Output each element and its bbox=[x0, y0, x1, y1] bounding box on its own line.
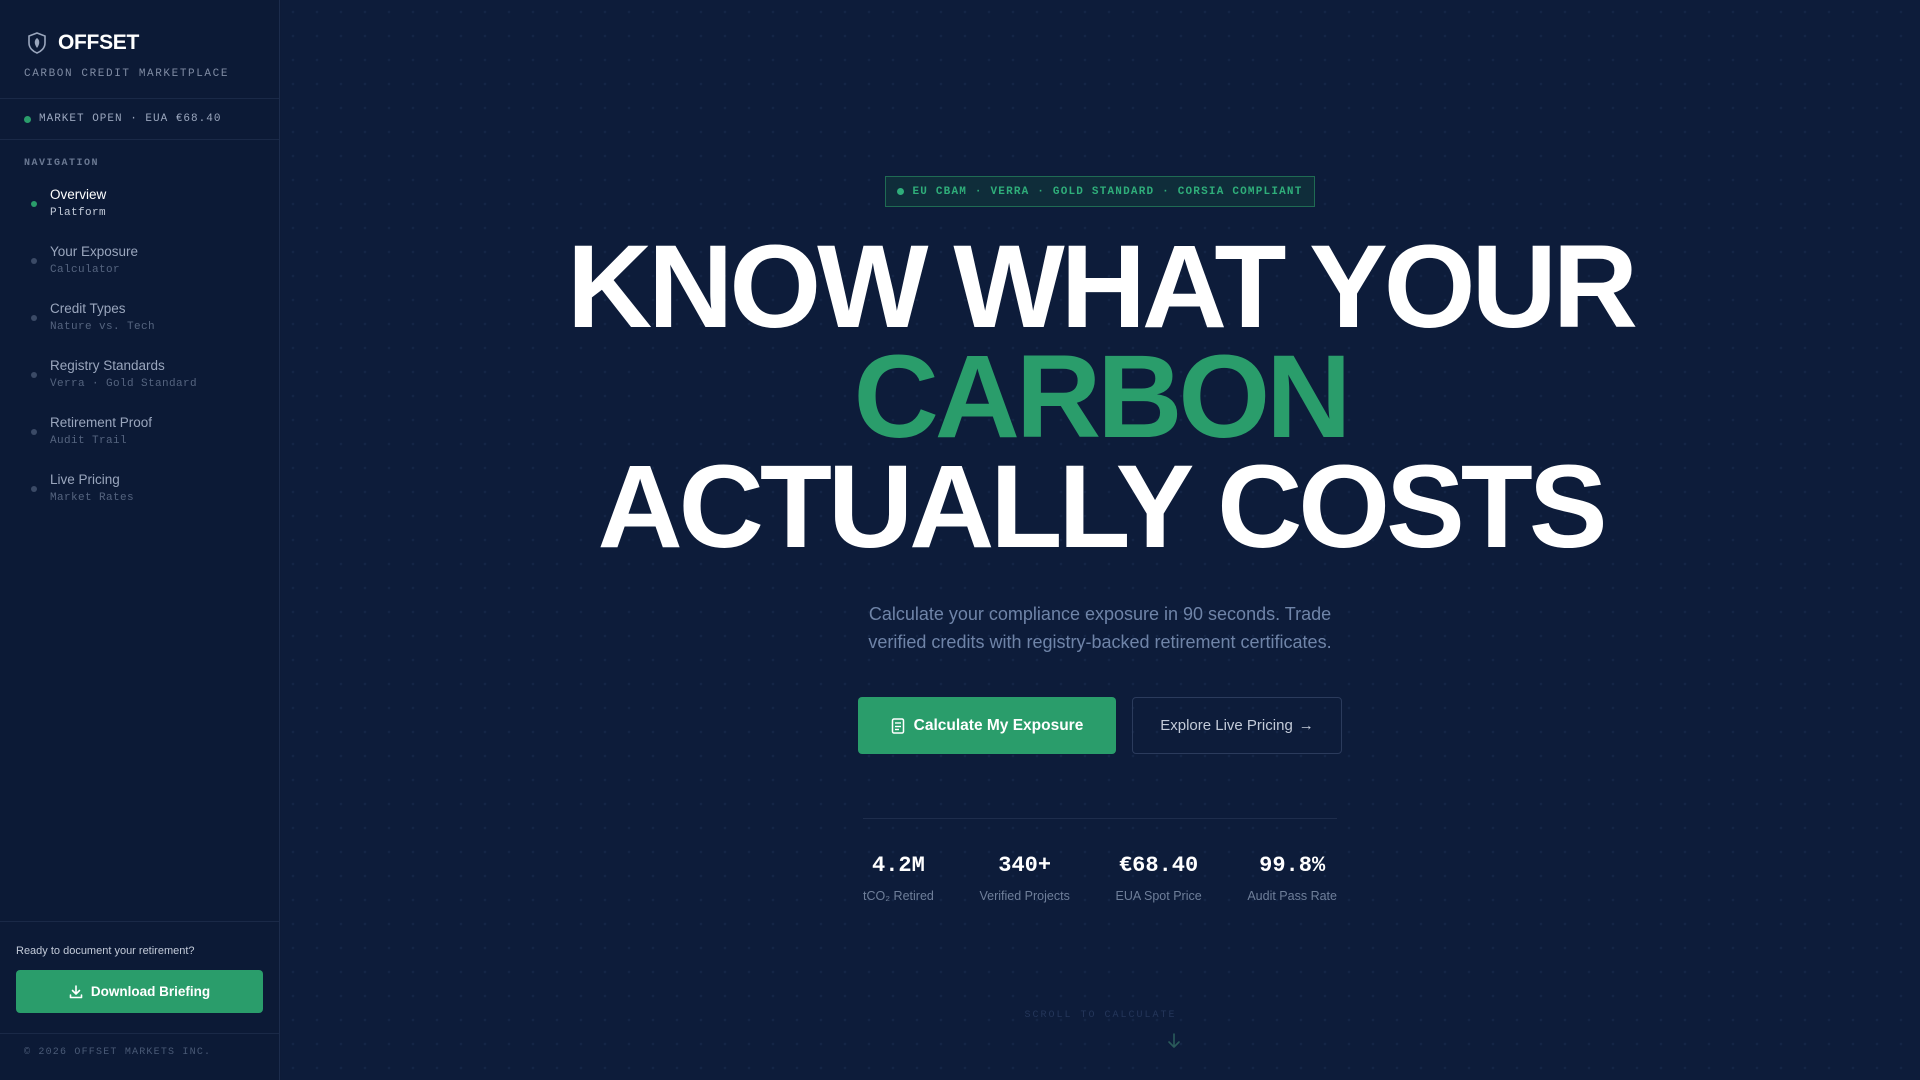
brand-tagline: CARBON CREDIT MARKETPLACE bbox=[24, 68, 230, 80]
stats-divider bbox=[863, 818, 1337, 819]
explore-pricing-button[interactable]: Explore Live Pricing → bbox=[1132, 697, 1342, 754]
compliance-badge-text: EU CBAM · VERRA · GOLD STANDARD · CORSIA… bbox=[912, 185, 1303, 198]
stat-verified-projects: 340+ Verified Projects bbox=[980, 853, 1070, 903]
status-dot-icon bbox=[24, 115, 31, 123]
nav-item-subtitle: Nature vs. Tech bbox=[50, 321, 156, 333]
stat-label: Audit Pass Rate bbox=[1247, 889, 1337, 903]
compliance-badge: EU CBAM · VERRA · GOLD STANDARD · CORSIA… bbox=[885, 176, 1315, 207]
stat-label: tCO₂ Retired bbox=[863, 889, 934, 903]
market-status-text: MARKET OPEN · EUA €68.40 bbox=[39, 113, 222, 125]
sidebar-footer: Ready to document your retirement? Downl… bbox=[0, 921, 279, 1080]
stat-value: 4.2M bbox=[872, 853, 925, 878]
sidebar: OFFSET CARBON CREDIT MARKETPLACE MARKET … bbox=[0, 0, 280, 1080]
nav-dot-icon bbox=[31, 258, 37, 264]
stat-label: EUA Spot Price bbox=[1115, 889, 1202, 903]
stat-eua-spot-price: €68.40 EUA Spot Price bbox=[1116, 853, 1202, 903]
badge-dot-icon bbox=[897, 188, 905, 195]
nav-item-your-exposure[interactable]: Your Exposure Calculator bbox=[0, 244, 279, 301]
nav-item-subtitle: Market Rates bbox=[50, 492, 135, 504]
nav-dot-icon bbox=[31, 372, 37, 378]
stat-audit-pass-rate: 99.8% Audit Pass Rate bbox=[1247, 853, 1337, 903]
nav-item-title: Retirement Proof bbox=[50, 415, 153, 430]
nav-item-subtitle: Audit Trail bbox=[50, 435, 128, 447]
brand-logo[interactable]: OFFSET bbox=[24, 30, 279, 56]
stat-label: Verified Projects bbox=[979, 889, 1070, 903]
stat-value: €68.40 bbox=[1118, 853, 1199, 878]
stat-value: 340+ bbox=[998, 853, 1052, 878]
download-icon bbox=[69, 984, 83, 998]
arrow-down-icon[interactable] bbox=[1167, 1033, 1181, 1049]
headline-line-1: KNOW WHAT YOUR bbox=[566, 221, 1638, 353]
nav-heading: NAVIGATION bbox=[24, 158, 100, 169]
nav-item-title: Live Pricing bbox=[50, 472, 120, 487]
nav-item-retirement-proof[interactable]: Retirement Proof Audit Trail bbox=[0, 415, 279, 472]
nav-item-subtitle: Verra · Gold Standard bbox=[50, 378, 198, 390]
nav-list: Overview Platform Your Exposure Calculat… bbox=[0, 187, 279, 529]
arrow-right-icon: → bbox=[1298, 717, 1314, 734]
nav-dot-icon bbox=[31, 201, 37, 207]
stats-row: 4.2M tCO₂ Retired 340+ Verified Projects… bbox=[863, 853, 1337, 903]
download-button-label: Download Briefing bbox=[90, 984, 211, 999]
nav-dot-icon bbox=[31, 486, 37, 492]
calculate-exposure-button[interactable]: Calculate My Exposure bbox=[858, 697, 1116, 754]
nav-item-credit-types[interactable]: Credit Types Nature vs. Tech bbox=[0, 301, 279, 358]
stat-value: 99.8% bbox=[1259, 853, 1326, 878]
headline-line-3: ACTUALLY COSTS bbox=[597, 441, 1607, 573]
nav-item-registry-standards[interactable]: Registry Standards Verra · Gold Standard bbox=[0, 358, 279, 415]
nav-item-title: Registry Standards bbox=[50, 358, 165, 373]
headline-line-2: CARBON bbox=[853, 331, 1352, 463]
nav-item-title: Overview bbox=[50, 187, 107, 202]
nav-dot-icon bbox=[31, 315, 37, 321]
brand-name: OFFSET bbox=[58, 31, 140, 54]
brand-block: OFFSET CARBON CREDIT MARKETPLACE bbox=[0, 0, 279, 99]
nav-item-title: Credit Types bbox=[50, 301, 126, 316]
hero-section: EU CBAM · VERRA · GOLD STANDARD · CORSIA… bbox=[281, 0, 1920, 1080]
nav-item-subtitle: Calculator bbox=[50, 264, 121, 276]
scroll-hint: SCROLL TO CALCULATE bbox=[1024, 1010, 1177, 1021]
nav-item-subtitle: Platform bbox=[50, 207, 107, 219]
copyright: © 2026 OFFSET MARKETS INC. bbox=[0, 1033, 279, 1080]
cta-prompt: Ready to document your retirement? bbox=[16, 945, 195, 957]
shield-leaf-icon bbox=[24, 30, 50, 56]
hero-subtitle: Calculate your compliance exposure in 90… bbox=[868, 604, 1332, 652]
calculate-button-label: Calculate My Exposure bbox=[913, 716, 1084, 734]
market-status: MARKET OPEN · EUA €68.40 bbox=[0, 99, 279, 140]
nav-item-live-pricing[interactable]: Live Pricing Market Rates bbox=[0, 472, 279, 529]
download-briefing-button[interactable]: Download Briefing bbox=[16, 970, 263, 1013]
calculator-icon bbox=[891, 717, 904, 734]
nav-dot-icon bbox=[31, 429, 37, 435]
nav-item-overview[interactable]: Overview Platform bbox=[0, 187, 279, 244]
explore-button-label: Explore Live Pricing bbox=[1160, 717, 1293, 734]
nav-item-title: Your Exposure bbox=[50, 244, 139, 259]
stat-tco2-retired: 4.2M tCO₂ Retired bbox=[863, 853, 934, 903]
